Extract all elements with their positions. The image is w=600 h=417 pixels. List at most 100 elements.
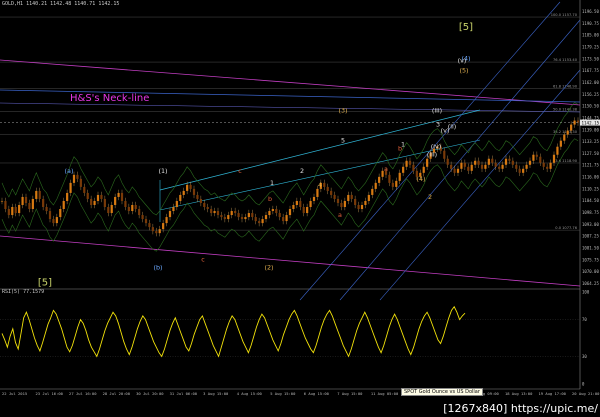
price-tick-label: 1116.00 [582,175,599,180]
price-tick-label: 1139.00 [582,127,599,132]
price-tick-label: 1070.00 [582,269,599,274]
candle-body [299,200,302,208]
candle-body [316,188,319,197]
candle-body [138,209,141,216]
candle-body [86,192,89,199]
wave-label: (v) [458,56,467,64]
candle-body [357,204,360,210]
candle-body [323,182,326,187]
candle-body [83,186,86,193]
candle-body [309,200,312,208]
candle-body [148,223,151,228]
candle-body [566,130,569,135]
candle-body [199,198,202,203]
wave-label: (5) [459,66,468,74]
time-tick-label: 18 Aug 13:00 [505,391,533,396]
price-chart[interactable]: 1196.50 1190.75 1185.00 1179.25 1173.50 1167.… [0,0,600,417]
candle-body [158,229,161,234]
candle-body [223,217,226,220]
candle-body [326,186,329,191]
candle-body [522,168,525,173]
candle-body [292,204,295,210]
time-tick-label: 3 Aug 15:00 [203,391,229,396]
price-tick-label: 1104.50 [582,198,599,203]
watermark: [1267x840] https://upic.me/ [443,402,598,415]
price-tick-label: 1150.50 [582,104,599,109]
candle-body [295,200,298,205]
candle-body [278,213,281,218]
candle-body [69,182,72,193]
candle-body [576,120,580,123]
wave-label: 4 [318,181,322,189]
candle-body [282,217,285,222]
candle-body [491,158,494,163]
candle-body [172,207,175,212]
fib-level-label: 0.0 1077.76 [555,226,577,230]
candle-body [285,215,288,222]
price-tick-label: 1110.25 [582,186,599,191]
candle-body [4,200,7,210]
candle-body [18,204,21,214]
candle-body [261,219,264,224]
time-tick-label: 6 Aug 15:00 [304,391,330,396]
candle-body [168,211,172,218]
candle-body [501,164,504,169]
candle-body [48,211,52,220]
candle-body [144,219,148,224]
candle-body [542,162,545,167]
candle-body [532,154,535,161]
candle-body [38,190,41,199]
price-tick-label: 1075.75 [582,257,599,262]
candle-body [72,174,76,183]
candle-body [24,196,28,203]
candle-body [117,192,120,197]
candle-body [498,166,501,169]
candle-body [31,198,34,210]
fib-level-label: 23.6 1118.90 [553,159,578,163]
wave-label: c [201,255,205,263]
price-tick-label: 1179.25 [582,44,599,49]
candle-body [453,168,456,173]
price-tick-label: 1173.50 [582,56,599,61]
candle-body [66,192,69,201]
candle-body [378,176,381,183]
candle-body [302,207,305,214]
wave-label: (a) [65,167,74,175]
time-tick-label: 27 Jul 16:00 [69,391,97,396]
candle-body [21,196,24,205]
candle-body [528,160,532,165]
candle-body [186,184,189,191]
candle-body [480,164,484,169]
candle-body [0,200,4,202]
wave-label: 1 [270,179,274,187]
candle-body [563,134,566,141]
candle-body [446,158,449,165]
price-tick-label: 1190.75 [582,21,599,26]
candle-body [367,194,370,201]
time-tick-label: 7 Aug 15:00 [337,391,363,396]
price-tick-label: 1196.50 [582,9,599,14]
wave-label: a [338,211,342,219]
fib-level-label: 100.0 1157.70 [551,13,578,17]
candle-body [141,215,144,220]
candle-body [474,160,477,165]
candle-body [124,200,127,208]
candle-body [234,211,237,214]
candle-body [79,178,82,187]
candle-body [52,219,55,224]
fib-level-label: 50.0 1140.38 [553,107,578,111]
candle-body [42,198,45,208]
candle-body [59,209,62,218]
price-tick-label: 1133.25 [582,139,599,144]
price-tick-label: 1098.75 [582,210,599,215]
candle-body [402,166,405,173]
candle-body [114,196,117,205]
candle-body [391,182,394,187]
candle-body [364,200,367,205]
price-tick-label: 1087.25 [582,234,599,239]
wave-label: (iv) [431,143,442,151]
wave-label: (ii) [448,123,457,131]
wave-label: (3) [338,107,347,115]
candle-body [487,158,490,165]
candle-body [559,140,562,147]
